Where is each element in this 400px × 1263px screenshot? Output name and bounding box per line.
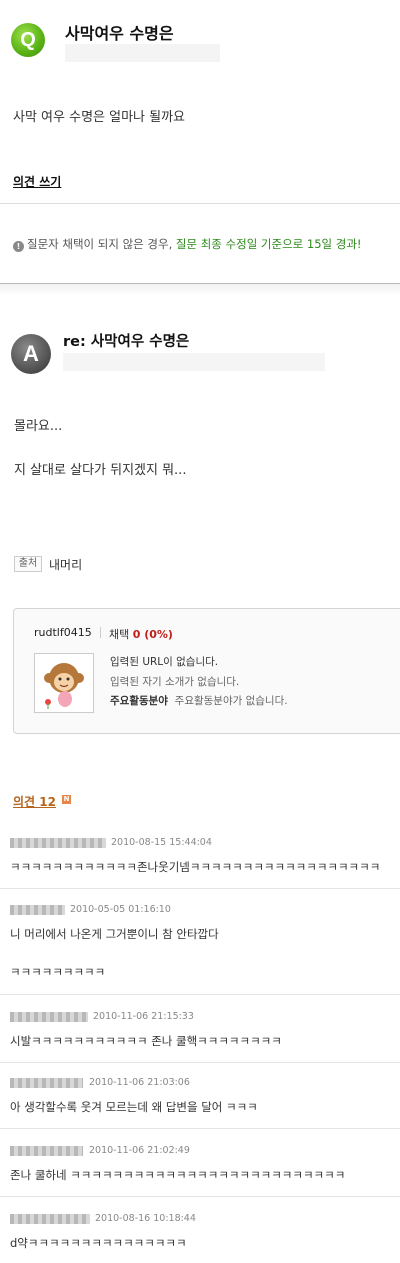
avatar[interactable] bbox=[34, 653, 94, 713]
opinion-write-link[interactable]: 의견 쓰기 bbox=[13, 173, 61, 190]
comment-text: 아 생각할수록 웃겨 모르는데 왜 답변을 달어 ㅋㅋㅋ bbox=[10, 1100, 258, 1114]
comment-date: 2010-11-06 21:15:33 bbox=[93, 1011, 194, 1022]
comment-author-blurred bbox=[10, 1078, 83, 1088]
select-rate: 채택 0 (0%) bbox=[109, 626, 173, 642]
comment-divider bbox=[0, 1196, 400, 1197]
question-meta-blurred bbox=[65, 44, 220, 62]
comment-author-blurred bbox=[10, 905, 65, 915]
divider bbox=[0, 203, 400, 204]
profile-field-label: 주요활동분야 bbox=[110, 695, 168, 707]
answer-line-1: 몰라요... bbox=[14, 419, 63, 434]
comment-date: 2010-08-16 10:18:44 bbox=[95, 1213, 196, 1224]
comment-text: d약ㅋㅋㅋㅋㅋㅋㅋㅋㅋㅋㅋㅋㅋㅋㅋ bbox=[10, 1236, 187, 1250]
question-body: 사막 여우 수명은 얼마나 될까요 bbox=[13, 110, 186, 125]
new-badge-icon: N bbox=[62, 795, 71, 804]
answer-badge-icon: A bbox=[11, 334, 51, 374]
notice-prefix: 질문자 채택이 되지 않은 경우, bbox=[27, 237, 173, 251]
comment-author-blurred bbox=[10, 1146, 83, 1156]
answerer-username[interactable]: rudtlf0415 bbox=[34, 626, 92, 639]
opinions-header[interactable]: 의견 12 bbox=[13, 793, 56, 810]
info-icon: ! bbox=[13, 241, 24, 252]
answer-line-2: 지 살대로 살다가 뒤지겠지 뭐... bbox=[14, 463, 187, 478]
comment-text: 니 머리에서 나온게 그거뿐이니 참 안타깝다 bbox=[10, 927, 219, 941]
comment-date: 2010-08-15 15:44:04 bbox=[111, 837, 212, 848]
profile-field-value: 주요활동분야가 없습니다. bbox=[174, 695, 288, 707]
comment-author-blurred bbox=[10, 1012, 88, 1022]
source-value: 내머리 bbox=[49, 558, 83, 572]
comment-date: 2010-05-05 01:16:10 bbox=[70, 904, 171, 915]
comment-author-blurred bbox=[10, 1214, 90, 1224]
section-divider bbox=[0, 283, 400, 295]
comment-date: 2010-11-06 21:03:06 bbox=[89, 1077, 190, 1088]
monkey-avatar-icon bbox=[44, 663, 84, 709]
comment-text: ㅋㅋㅋㅋㅋㅋㅋㅋㅋㅋㅋㅋ존나웃기넴ㅋㅋㅋㅋㅋㅋㅋㅋㅋㅋㅋㅋㅋㅋㅋㅋㅋㅋ bbox=[10, 860, 381, 874]
separator bbox=[100, 627, 101, 638]
comment-text: 존나 쿨하네 ㅋㅋㅋㅋㅋㅋㅋㅋㅋㅋㅋㅋㅋㅋㅋㅋㅋㅋㅋㅋㅋㅋㅋㅋㅋㅋ bbox=[10, 1168, 346, 1182]
answer-title: re: 사막여우 수명은 bbox=[63, 334, 190, 350]
comment-text: 시발ㅋㅋㅋㅋㅋㅋㅋㅋㅋㅋㅋ 존나 쿨핵ㅋㅋㅋㅋㅋㅋㅋㅋ bbox=[10, 1034, 282, 1048]
comment-divider bbox=[0, 994, 400, 995]
select-label: 채택 bbox=[109, 628, 130, 641]
comment-divider bbox=[0, 1128, 400, 1129]
comment-text-line-2: ㅋㅋㅋㅋㅋㅋㅋㅋㅋ bbox=[10, 965, 106, 979]
profile-field: 주요활동분야 주요활동분야가 없습니다. bbox=[110, 693, 288, 708]
question-badge-icon: Q bbox=[11, 23, 45, 57]
answer-meta-blurred bbox=[63, 353, 325, 371]
source-label: 출처 bbox=[14, 556, 42, 572]
notice-highlight: 질문 최종 수정일 기준으로 15일 경과! bbox=[175, 237, 362, 251]
profile-url: 입력된 URL이 없습니다. bbox=[110, 656, 219, 668]
answerer-profile: rudtlf0415 채택 0 (0%) 입력된 URL이 없습니다. 입력된 … bbox=[13, 608, 400, 734]
select-count: 0 (0%) bbox=[132, 628, 173, 641]
comment-divider bbox=[0, 1062, 400, 1063]
question-section: Q 사막여우 수명은 사막 여우 수명은 얼마나 될까요 의견 쓰기 ! 질문자 … bbox=[0, 0, 400, 283]
comment-author-blurred bbox=[10, 838, 106, 848]
profile-intro: 입력된 자기 소개가 없습니다. bbox=[110, 676, 240, 688]
notice-text: ! 질문자 채택이 되지 않은 경우, 질문 최종 수정일 기준으로 15일 경과… bbox=[13, 236, 362, 252]
comment-date: 2010-11-06 21:02:49 bbox=[89, 1145, 190, 1156]
comment-divider bbox=[0, 888, 400, 889]
question-title: 사막여우 수명은 bbox=[65, 24, 174, 43]
